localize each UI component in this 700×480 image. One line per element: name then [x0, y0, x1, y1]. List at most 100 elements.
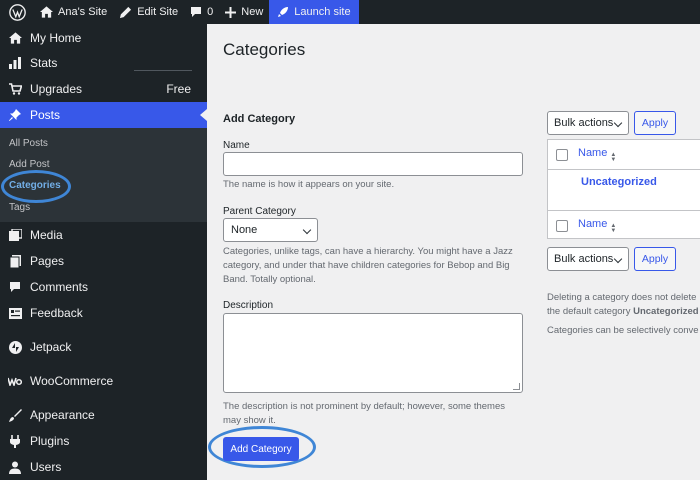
wordpress-logo-icon[interactable] [0, 0, 34, 24]
add-category-button[interactable]: Add Category [223, 437, 299, 461]
sidebar-item-label: Jetpack [30, 340, 72, 354]
stats-icon [8, 56, 22, 70]
launch-site-label: Launch site [294, 6, 351, 18]
sidebar-item-label: Posts [30, 108, 61, 122]
description-label: Description [223, 300, 274, 311]
apply-button-top[interactable]: Apply [634, 111, 676, 135]
add-category-heading: Add Category [223, 113, 296, 125]
delete-note-line1: Deleting a category does not delete [547, 292, 697, 303]
sidebar-item-comments[interactable]: Comments [0, 274, 207, 300]
plus-icon [225, 6, 237, 18]
admin-sidebar: My Home Stats Upgrades Free Posts All Po… [0, 24, 207, 480]
sidebar-item-label: Comments [30, 280, 89, 294]
bulk-actions-value: Bulk actions [554, 253, 614, 265]
sort-icon: ▲ ▼ [610, 151, 617, 163]
site-name-label: Ana's Site [58, 6, 108, 18]
sidebar-item-label: WooCommerce [30, 374, 114, 388]
categories-table: Name ▲ ▼ Uncategorized Name ▲ ▼ [547, 139, 700, 239]
sidebar-item-label: Upgrades [30, 82, 83, 96]
column-name-header[interactable]: Name ▲ ▼ [578, 147, 616, 163]
note-bold-text: Uncategorized [633, 306, 699, 317]
bulk-actions-select-top[interactable]: Bulk actions [547, 111, 629, 135]
sidebar-item-appearance[interactable]: Appearance [0, 402, 207, 428]
category-link-uncategorized[interactable]: Uncategorized [581, 176, 657, 188]
user-icon [8, 460, 22, 474]
comment-bubble-icon [190, 6, 202, 18]
feedback-icon [8, 306, 22, 320]
sidebar-item-pages[interactable]: Pages [0, 248, 207, 274]
chevron-down-icon [613, 118, 623, 128]
new-link[interactable]: New [219, 0, 269, 24]
sidebar-item-label: Appearance [30, 408, 95, 422]
column-name-footer[interactable]: Name ▲ ▼ [578, 218, 616, 234]
home-icon [8, 31, 22, 45]
plug-icon [8, 434, 22, 448]
new-label: New [241, 6, 264, 18]
chevron-down-icon [613, 254, 623, 264]
parent-category-value: None [231, 224, 258, 236]
sidebar-item-label: Media [30, 228, 63, 242]
pages-icon [8, 254, 22, 268]
parent-category-description: Categories, unlike tags, can have a hier… [223, 246, 513, 285]
media-icon [8, 228, 22, 242]
page-title: Categories [223, 40, 306, 59]
select-all-checkbox-footer[interactable] [556, 219, 568, 232]
sidebar-item-posts[interactable]: Posts [0, 102, 207, 128]
sidebar-item-woocommerce[interactable]: WooCommerce [0, 368, 207, 394]
comments-icon [8, 280, 22, 294]
edit-site-label: Edit Site [137, 6, 179, 18]
table-footer-row: Name ▲ ▼ [548, 210, 700, 240]
convert-note: Categories can be selectively conve [547, 325, 699, 336]
table-header-row: Name ▲ ▼ [548, 140, 700, 170]
site-name-link[interactable]: Ana's Site [34, 0, 113, 24]
name-label: Name [223, 140, 250, 151]
delete-note-line2: the default category Uncategorized [547, 306, 699, 317]
cart-icon [8, 82, 22, 96]
bulk-actions-value: Bulk actions [554, 117, 614, 129]
woo-icon [8, 374, 22, 388]
sidebar-item-label: Feedback [30, 306, 83, 320]
sort-icon: ▲ ▼ [610, 222, 617, 234]
bulk-actions-select-bottom[interactable]: Bulk actions [547, 247, 629, 271]
column-name-label: Name [578, 146, 608, 159]
sidebar-item-label: Users [30, 460, 62, 474]
sidebar-item-media[interactable]: Media [0, 222, 207, 248]
column-name-label: Name [578, 217, 608, 230]
brush-icon [8, 408, 22, 422]
submenu-item-add-post[interactable]: Add Post [9, 159, 50, 170]
select-all-checkbox[interactable] [556, 148, 568, 161]
comments-count: 0 [207, 6, 214, 18]
submenu-item-tags[interactable]: Tags [9, 202, 30, 213]
edit-site-link[interactable]: Edit Site [113, 0, 184, 24]
sidebar-item-label: Plugins [30, 434, 70, 448]
sidebar-item-upgrades[interactable]: Upgrades Free [0, 76, 207, 102]
house-icon [40, 6, 53, 18]
sidebar-item-users[interactable]: Users [0, 454, 207, 480]
sidebar-item-jetpack[interactable]: Jetpack [0, 334, 207, 360]
sidebar-item-label: My Home [30, 31, 82, 45]
description-help: The description is not prominent by defa… [223, 401, 505, 426]
sidebar-item-label: Pages [30, 254, 65, 268]
sidebar-item-my-home[interactable]: My Home [0, 25, 207, 51]
name-input[interactable] [223, 152, 523, 176]
apply-button-bottom[interactable]: Apply [634, 247, 676, 271]
pin-icon [8, 108, 22, 122]
comments-link[interactable]: 0 [184, 0, 219, 24]
launch-site-button[interactable]: Launch site [269, 0, 359, 24]
resize-handle-icon[interactable] [513, 383, 520, 390]
note-text: the default category [547, 306, 634, 317]
rocket-icon [277, 6, 289, 18]
parent-category-select[interactable]: None [223, 218, 318, 242]
submenu-item-all-posts[interactable]: All Posts [9, 138, 48, 149]
chevron-down-icon [302, 225, 312, 235]
admin-bar: Ana's Site Edit Site 0 New Launch site [0, 0, 700, 24]
description-textarea[interactable] [223, 313, 523, 393]
sidebar-item-plugins[interactable]: Plugins [0, 428, 207, 454]
pencil-icon [119, 6, 132, 19]
parent-category-label: Parent Category [223, 206, 296, 217]
name-description: The name is how it appears on your site. [223, 179, 395, 190]
jetpack-icon [8, 340, 22, 354]
sidebar-item-feedback[interactable]: Feedback [0, 300, 207, 326]
categories-highlight-ring [1, 170, 71, 203]
sidebar-item-stats[interactable]: Stats [0, 50, 207, 76]
